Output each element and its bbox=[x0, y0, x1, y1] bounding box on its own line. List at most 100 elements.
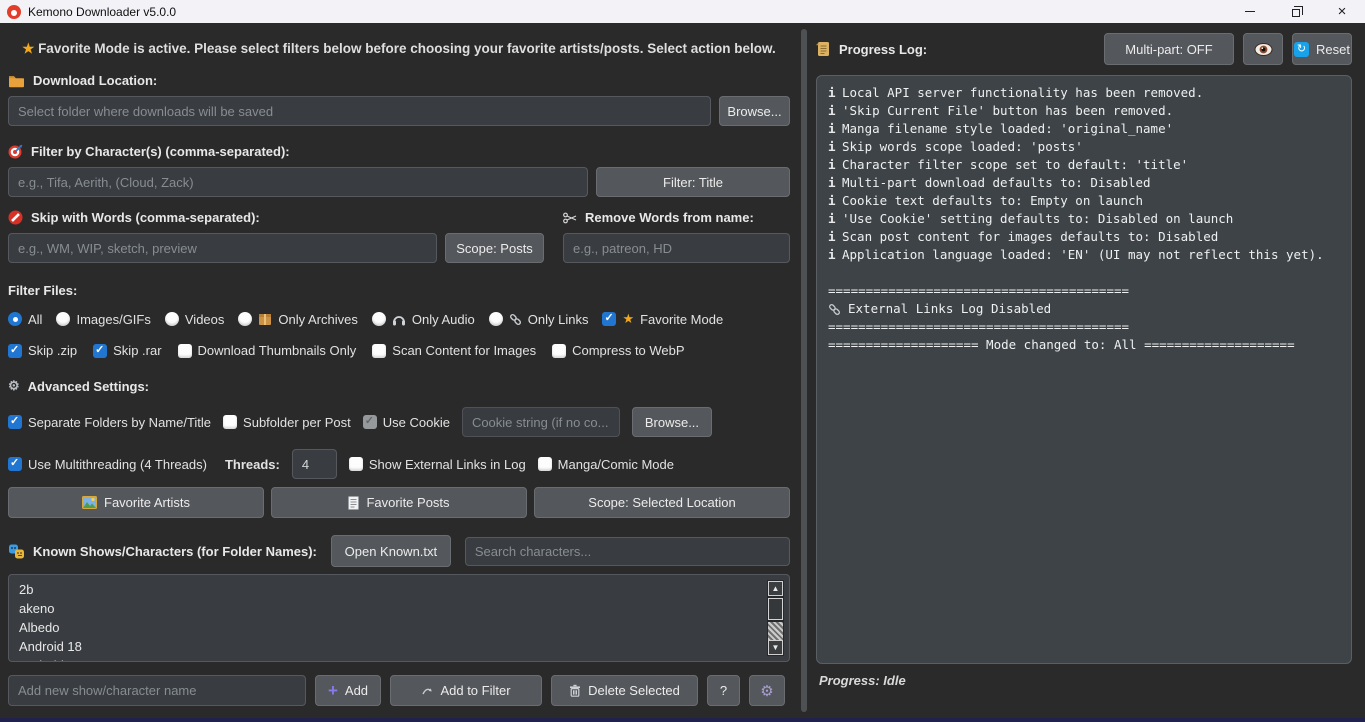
skip-words-input[interactable] bbox=[8, 233, 437, 263]
log-line: iMulti-part download defaults to: Disabl… bbox=[828, 174, 1340, 192]
list-item[interactable]: akeno bbox=[19, 599, 779, 618]
checkbox-scan-content[interactable]: Scan Content for Images bbox=[372, 343, 536, 358]
log-line: iLocal API server functionality has been… bbox=[828, 84, 1340, 102]
progress-status: Progress: Idle bbox=[819, 673, 1352, 688]
checkbox-separate-folders[interactable]: Separate Folders by Name/Title bbox=[8, 415, 211, 430]
delete-selected-button[interactable]: Delete Selected bbox=[551, 675, 698, 706]
checkbox-icon bbox=[93, 344, 107, 358]
help-button[interactable]: ? bbox=[707, 675, 740, 706]
folder-icon bbox=[8, 74, 25, 88]
scope-selected-location-button[interactable]: Scope: Selected Location bbox=[534, 487, 790, 518]
download-location-label: Download Location: bbox=[8, 73, 790, 88]
radio-videos[interactable]: Videos bbox=[165, 312, 225, 327]
gear-icon bbox=[760, 682, 773, 700]
filter-scope-button[interactable]: Filter: Title bbox=[596, 167, 790, 197]
list-scrollbar[interactable]: ▲ ▼ bbox=[767, 580, 784, 656]
eye-button[interactable] bbox=[1243, 33, 1283, 65]
window-controls: × bbox=[1227, 0, 1365, 23]
remove-words-input[interactable] bbox=[563, 233, 790, 263]
log-line: iScan post content for images defaults t… bbox=[828, 228, 1340, 246]
radio-images-gifs[interactable]: Images/GIFs bbox=[56, 312, 150, 327]
skip-scope-button[interactable]: Scope: Posts bbox=[445, 233, 544, 263]
open-known-txt-button[interactable]: Open Known.txt bbox=[331, 535, 451, 567]
favorite-mode-banner: Favorite Mode is active. Please select f… bbox=[8, 41, 790, 57]
app-logo-icon bbox=[7, 5, 21, 19]
checkbox-manga-mode[interactable]: Manga/Comic Mode bbox=[538, 457, 674, 472]
headphones-icon bbox=[392, 313, 406, 326]
checkbox-use-cookie[interactable]: Use Cookie bbox=[363, 415, 450, 430]
radio-icon bbox=[8, 312, 22, 326]
minimize-icon bbox=[1245, 11, 1255, 12]
add-button[interactable]: Add bbox=[315, 675, 381, 706]
favorite-posts-button[interactable]: Favorite Posts bbox=[271, 487, 527, 518]
known-shows-label: Known Shows/Characters (for Folder Names… bbox=[8, 544, 317, 559]
radio-only-links[interactable]: Only Links bbox=[489, 312, 589, 327]
titlebar: Kemono Downloader v5.0.0 × bbox=[0, 0, 1365, 23]
triangle-up-icon: ▲ bbox=[772, 584, 780, 593]
checkbox-icon bbox=[8, 457, 22, 471]
browse-download-button[interactable]: Browse... bbox=[719, 96, 790, 126]
checkbox-icon bbox=[223, 415, 237, 429]
info-icon: i bbox=[828, 120, 835, 138]
radio-only-archives[interactable]: Only Archives bbox=[238, 312, 357, 327]
progress-log[interactable]: iLocal API server functionality has been… bbox=[816, 75, 1352, 664]
radio-all[interactable]: All bbox=[8, 312, 42, 327]
browse-cookie-button[interactable]: Browse... bbox=[632, 407, 712, 437]
threads-input[interactable] bbox=[292, 449, 337, 479]
known-shows-list[interactable]: 2b akeno Albedo Android 18 Android 21 ▲ … bbox=[8, 574, 790, 662]
log-line: i'Skip Current File' button has been rem… bbox=[828, 102, 1340, 120]
window-title: Kemono Downloader v5.0.0 bbox=[28, 5, 176, 19]
no-entry-icon bbox=[8, 210, 23, 225]
picture-icon bbox=[82, 496, 97, 509]
eye-icon bbox=[1254, 42, 1273, 57]
checkbox-skip-zip[interactable]: Skip .zip bbox=[8, 343, 77, 358]
advanced-settings-label: Advanced Settings: bbox=[8, 378, 790, 394]
maximize-button[interactable] bbox=[1273, 0, 1319, 23]
checkbox-download-thumbnails[interactable]: Download Thumbnails Only bbox=[178, 343, 357, 358]
cookie-string-input[interactable] bbox=[462, 407, 620, 437]
info-icon: i bbox=[828, 102, 835, 120]
list-item[interactable]: Android 21 bbox=[19, 656, 779, 662]
checkbox-icon bbox=[178, 344, 192, 358]
search-characters-input[interactable] bbox=[465, 537, 790, 566]
multipart-toggle-button[interactable]: Multi-part: OFF bbox=[1104, 33, 1234, 65]
add-to-filter-button[interactable]: Add to Filter bbox=[390, 675, 542, 706]
log-line-blank bbox=[828, 264, 1340, 282]
progress-panel: Progress Log: Multi-part: OFF Reset iLoc… bbox=[810, 23, 1365, 718]
favorite-artists-button[interactable]: Favorite Artists bbox=[8, 487, 264, 518]
close-button[interactable]: × bbox=[1319, 0, 1365, 23]
info-icon: i bbox=[828, 246, 835, 264]
log-line: iManga filename style loaded: 'original_… bbox=[828, 120, 1340, 138]
reset-icon bbox=[1294, 42, 1309, 57]
star-icon bbox=[622, 311, 634, 327]
add-character-input[interactable] bbox=[8, 675, 306, 706]
list-item[interactable]: Albedo bbox=[19, 618, 779, 637]
checkbox-icon bbox=[349, 457, 363, 471]
checkbox-icon bbox=[8, 415, 22, 429]
triangle-down-icon: ▼ bbox=[772, 643, 780, 652]
skip-words-label: Skip with Words (comma-separated): bbox=[8, 210, 544, 225]
panel-splitter[interactable] bbox=[798, 23, 810, 718]
scroll-up-button[interactable]: ▲ bbox=[768, 581, 783, 596]
checkbox-favorite-mode[interactable]: Favorite Mode bbox=[602, 311, 723, 327]
app-window: Kemono Downloader v5.0.0 × Favorite Mode… bbox=[0, 0, 1365, 718]
scroll-down-button[interactable]: ▼ bbox=[768, 640, 783, 655]
checkbox-multithreading[interactable]: Use Multithreading (4 Threads) bbox=[8, 457, 207, 472]
checkbox-skip-rar[interactable]: Skip .rar bbox=[93, 343, 161, 358]
checkbox-compress-webp[interactable]: Compress to WebP bbox=[552, 343, 684, 358]
scrollbar-track[interactable] bbox=[768, 622, 783, 640]
checkbox-subfolder-per-post[interactable]: Subfolder per Post bbox=[223, 415, 351, 430]
checkbox-show-external-links[interactable]: Show External Links in Log bbox=[349, 457, 526, 472]
scrollbar-thumb[interactable] bbox=[768, 598, 783, 620]
list-item[interactable]: 2b bbox=[19, 580, 779, 599]
log-line: ==================== Mode changed to: Al… bbox=[828, 336, 1340, 354]
radio-icon bbox=[165, 312, 179, 326]
radio-only-audio[interactable]: Only Audio bbox=[372, 312, 475, 327]
download-location-input[interactable] bbox=[8, 96, 711, 126]
minimize-button[interactable] bbox=[1227, 0, 1273, 23]
list-item[interactable]: Android 18 bbox=[19, 637, 779, 656]
character-filter-input[interactable] bbox=[8, 167, 588, 197]
info-icon: i bbox=[828, 228, 835, 246]
reset-button[interactable]: Reset bbox=[1292, 33, 1352, 65]
settings-button[interactable] bbox=[749, 675, 785, 706]
